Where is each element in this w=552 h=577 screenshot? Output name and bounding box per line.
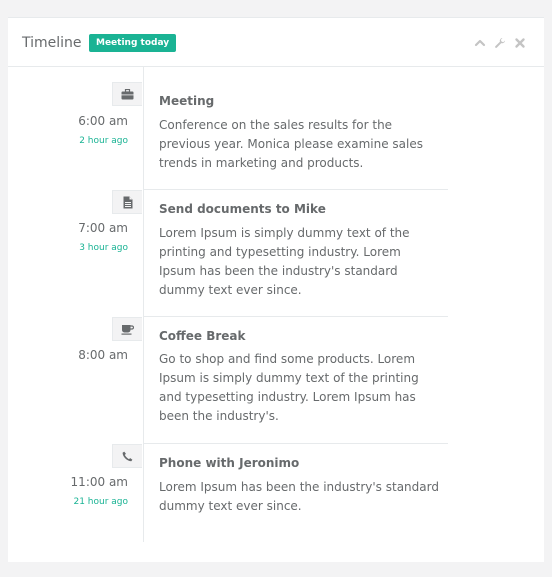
timeline-separator [143,443,448,444]
chevron-up-icon[interactable] [474,37,486,49]
file-icon [112,190,142,214]
item-ago: 3 hour ago [79,243,128,253]
panel-tools [474,36,526,50]
panel-title: Timeline [22,35,82,51]
item-text: Conference on the sales results for the … [159,118,423,170]
timeline-panel: Timeline Meeting today 6:00 am 2 hour ag… [8,17,544,562]
item-title: Send documents to Mike [159,202,326,216]
phone-icon [112,444,142,468]
briefcase-icon [112,82,142,106]
item-text: Lorem Ipsum has been the industry's stan… [159,480,439,513]
item-text: Lorem Ipsum is simply dummy text of the … [159,226,410,297]
item-title: Coffee Break [159,329,246,343]
item-time: 7:00 am [78,221,128,235]
status-badge: Meeting today [89,34,177,52]
item-title: Phone with Jeronimo [159,456,300,470]
item-text: Go to shop and find some products. Lorem… [159,352,419,423]
item-title: Meeting [159,94,215,108]
wrench-icon[interactable] [494,37,506,49]
coffee-icon [112,317,142,341]
panel-header: Timeline Meeting today [8,18,544,67]
timeline-separator [143,189,448,190]
item-ago: 2 hour ago [79,136,128,146]
timeline-separator [143,316,448,317]
item-time: 6:00 am [78,114,128,128]
item-time: 11:00 am [70,475,128,489]
timeline: 6:00 am 2 hour ago Meeting Conference on… [8,67,544,542]
timeline-line [143,67,144,542]
close-icon[interactable] [514,37,526,49]
item-ago: 21 hour ago [73,497,128,507]
item-time: 8:00 am [78,348,128,362]
